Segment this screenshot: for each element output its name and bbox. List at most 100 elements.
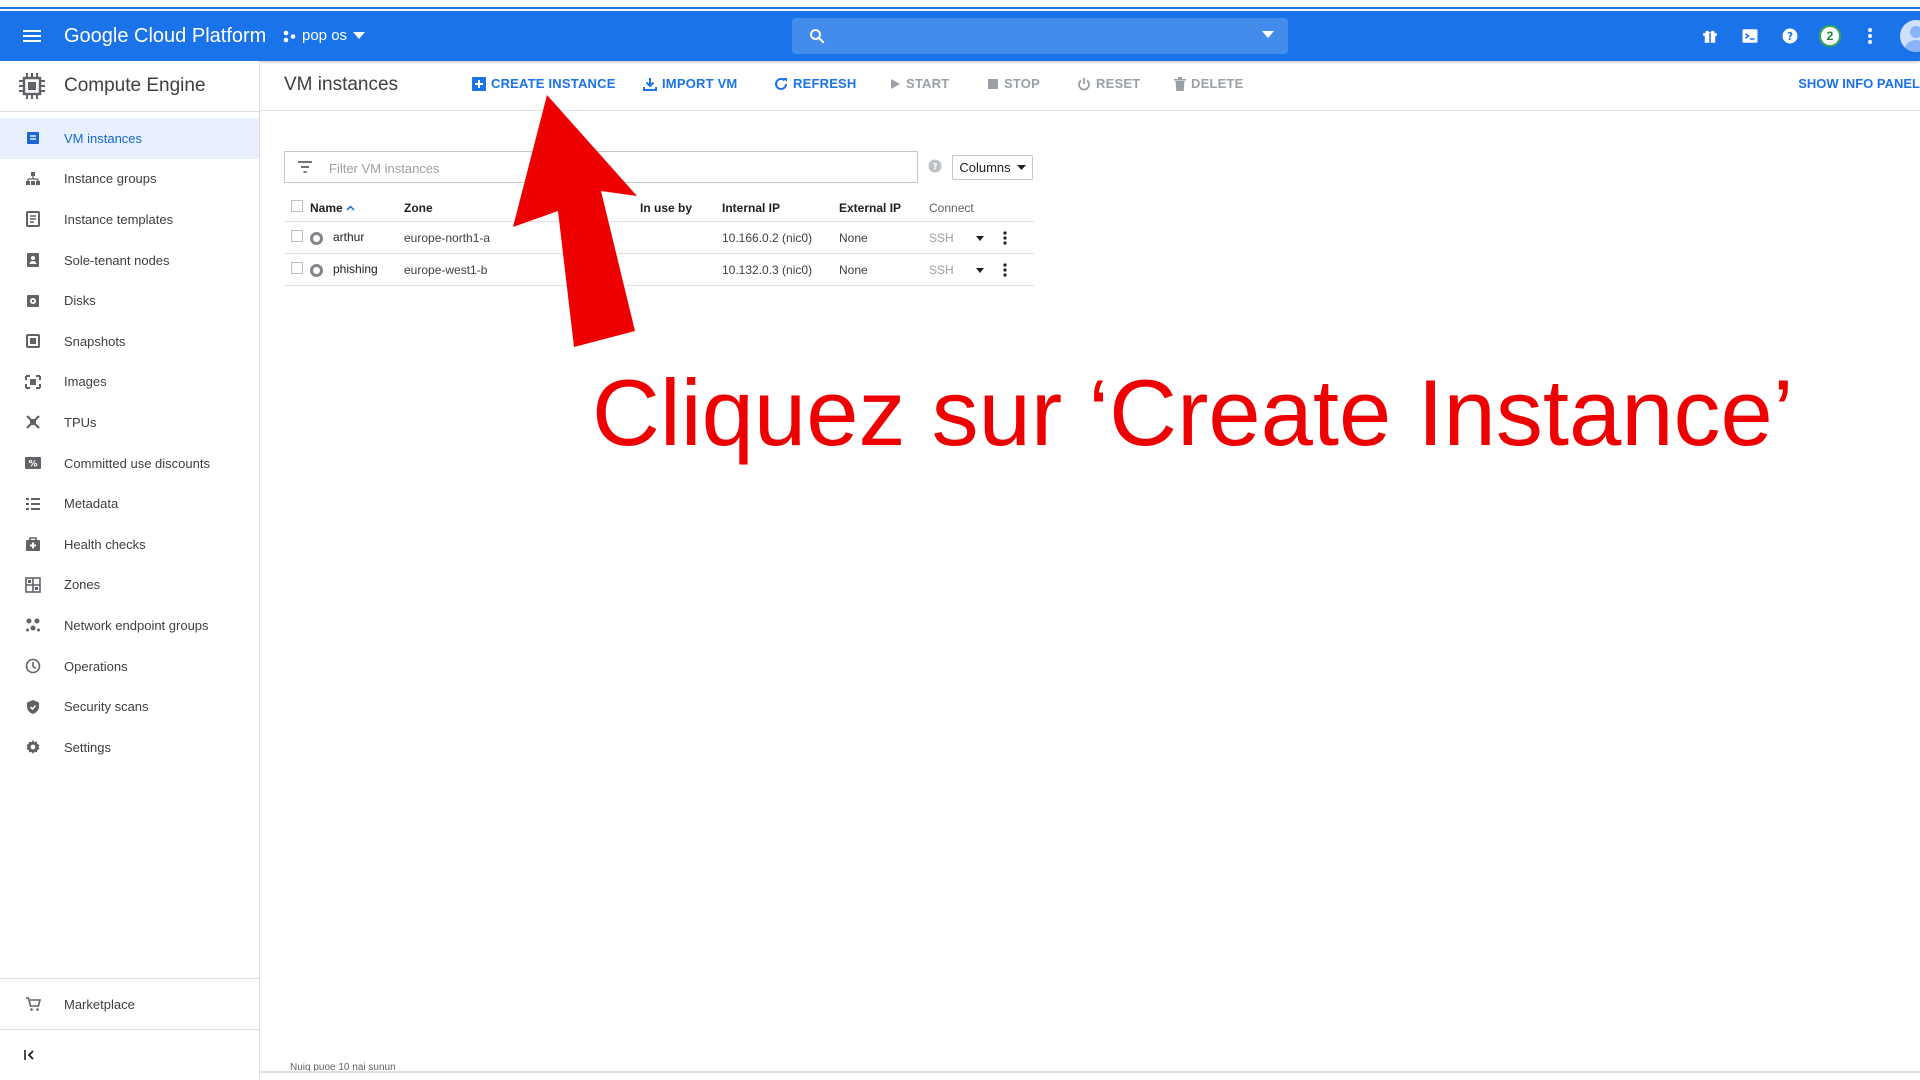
sidebar-item-metadata[interactable]: Metadata — [0, 483, 259, 524]
help-circle-icon[interactable]: ? — [928, 159, 942, 173]
sidebar-item-marketplace[interactable]: Marketplace — [0, 978, 259, 1030]
sidebar-item-label: VM instances — [64, 130, 143, 146]
download-icon — [643, 77, 657, 91]
sidebar-item-operations[interactable]: Operations — [0, 646, 259, 687]
column-header-connect: Connect — [929, 194, 1003, 222]
search-bar[interactable] — [792, 18, 1288, 56]
internal-ip-cell: 10.166.0.2 (nic0) — [722, 221, 839, 254]
metadata-icon — [24, 495, 42, 513]
product-brand[interactable]: Google Cloud Platform — [64, 25, 266, 48]
start-label: START — [906, 76, 950, 91]
vm-instances-table: Name Zone In use by Internal IP External… — [284, 194, 1034, 286]
sidebar-item-security-scans[interactable]: Security scans — [0, 686, 259, 727]
delete-button[interactable]: DELETE — [1174, 76, 1243, 91]
red-arrow-annotation — [513, 95, 637, 347]
sidebar-item-label: Metadata — [64, 496, 119, 512]
sidebar-item-label: Settings — [64, 739, 111, 755]
instruction-caption: Cliquez sur ‘Create Instance’ — [592, 360, 1794, 465]
ssh-button[interactable]: SSH — [929, 263, 954, 277]
create-instance-label: CREATE INSTANCE — [491, 76, 616, 91]
search-icon — [810, 29, 825, 44]
sidebar-item-label: Instance groups — [64, 171, 157, 187]
instance-name-cell[interactable]: phishing — [310, 253, 404, 286]
sidebar-item-label: Security scans — [64, 699, 149, 715]
sidebar-item-zones[interactable]: Zones — [0, 565, 259, 606]
select-all-checkbox[interactable] — [291, 200, 303, 212]
import-vm-button[interactable]: IMPORT VM — [643, 76, 737, 91]
column-header-in-use-by[interactable]: In use by — [640, 194, 722, 222]
account-avatar-icon[interactable] — [1900, 20, 1920, 52]
sidebar-item-instance-groups[interactable]: Instance groups — [0, 159, 259, 200]
reset-label: RESET — [1096, 76, 1141, 91]
svg-text:%: % — [28, 460, 37, 470]
instance-name: phishing — [333, 262, 378, 277]
power-icon — [1078, 77, 1090, 90]
more-vert-icon[interactable] — [1003, 263, 1007, 277]
columns-button[interactable]: Columns — [952, 155, 1033, 180]
sidebar-item-tpus[interactable]: TPUs — [0, 402, 259, 443]
sidebar-item-label: Committed use discounts — [64, 455, 210, 471]
sidebar-item-snapshots[interactable]: Snapshots — [0, 321, 259, 362]
trash-icon — [1174, 76, 1186, 91]
sidebar-item-vm-instances[interactable]: VM instances — [0, 118, 259, 159]
project-selector[interactable]: pop os — [282, 27, 366, 44]
create-instance-button[interactable]: CREATE INSTANCE — [472, 76, 616, 91]
help-icon[interactable]: ? — [1770, 16, 1810, 56]
zones-icon — [24, 576, 42, 594]
ssh-dropdown-icon[interactable] — [975, 267, 984, 273]
search-dropdown-icon[interactable] — [1262, 31, 1274, 39]
instance-name-cell[interactable]: arthur — [310, 221, 404, 254]
sidebar-item-network-endpoint-groups[interactable]: Network endpoint groups — [0, 605, 259, 646]
instance-groups-icon — [24, 170, 42, 188]
sidebar-item-images[interactable]: Images — [0, 362, 259, 403]
table-row[interactable]: arthur europe-north1-a 10.166.0.2 (nic0)… — [284, 221, 1034, 254]
sidebar-item-label: TPUs — [64, 414, 97, 430]
instance-templates-icon — [24, 210, 42, 228]
column-header-name[interactable]: Name — [310, 194, 404, 222]
stop-button[interactable]: STOP — [987, 76, 1040, 91]
sidebar-item-sole-tenant-nodes[interactable]: Sole-tenant nodes — [0, 240, 259, 281]
sidebar-item-instance-templates[interactable]: Instance templates — [0, 199, 259, 240]
disk-icon — [24, 292, 42, 310]
sidebar-header: Compute Engine — [0, 61, 259, 112]
column-header-external-ip[interactable]: External IP — [839, 194, 929, 222]
stop-icon — [988, 78, 998, 89]
shield-icon — [24, 698, 42, 716]
gift-icon[interactable] — [1690, 16, 1730, 56]
name-header-label: Name — [310, 200, 343, 215]
column-header-actions — [1003, 194, 1034, 222]
ssh-dropdown-icon[interactable] — [975, 235, 984, 241]
refresh-button[interactable]: REFRESH — [774, 76, 857, 91]
notifications-icon[interactable]: 2 — [1810, 16, 1850, 56]
more-vert-icon[interactable] — [1850, 16, 1890, 56]
notification-count: 2 — [1819, 25, 1841, 47]
status-stopped-icon — [310, 263, 323, 277]
column-header-internal-ip[interactable]: Internal IP — [722, 194, 839, 222]
import-vm-label: IMPORT VM — [662, 76, 738, 91]
sidebar-item-committed-use-discounts[interactable]: % Committed use discounts — [0, 443, 259, 484]
reset-button[interactable]: RESET — [1077, 76, 1140, 91]
vm-instances-icon — [24, 129, 42, 147]
table-row[interactable]: phishing europe-west1-b 10.132.0.3 (nic0… — [284, 253, 1034, 286]
sidebar-item-disks[interactable]: Disks — [0, 280, 259, 321]
search-input[interactable] — [840, 18, 1244, 56]
more-vert-icon[interactable] — [1003, 231, 1007, 245]
sidebar-item-settings[interactable]: Settings — [0, 727, 259, 768]
external-ip-cell: None — [839, 221, 929, 254]
sole-tenant-icon — [24, 251, 42, 269]
sidebar-item-health-checks[interactable]: Health checks — [0, 524, 259, 565]
top-border — [0, 0, 1920, 9]
hamburger-menu-icon[interactable] — [20, 24, 44, 48]
row-checkbox[interactable] — [291, 262, 303, 274]
collapse-sidebar-icon[interactable] — [0, 1030, 259, 1080]
sidebar-title: Compute Engine — [64, 75, 206, 96]
show-info-panel-button[interactable]: SHOW INFO PANEL — [1798, 76, 1920, 91]
row-checkbox[interactable] — [291, 230, 303, 242]
ssh-button[interactable]: SSH — [929, 231, 954, 245]
select-all-cell — [284, 194, 310, 222]
start-button[interactable]: START — [889, 76, 949, 91]
columns-label: Columns — [959, 160, 1011, 175]
cloud-shell-icon[interactable] — [1730, 16, 1770, 56]
caret-down-icon — [353, 31, 366, 39]
page-title: VM instances — [284, 74, 399, 95]
